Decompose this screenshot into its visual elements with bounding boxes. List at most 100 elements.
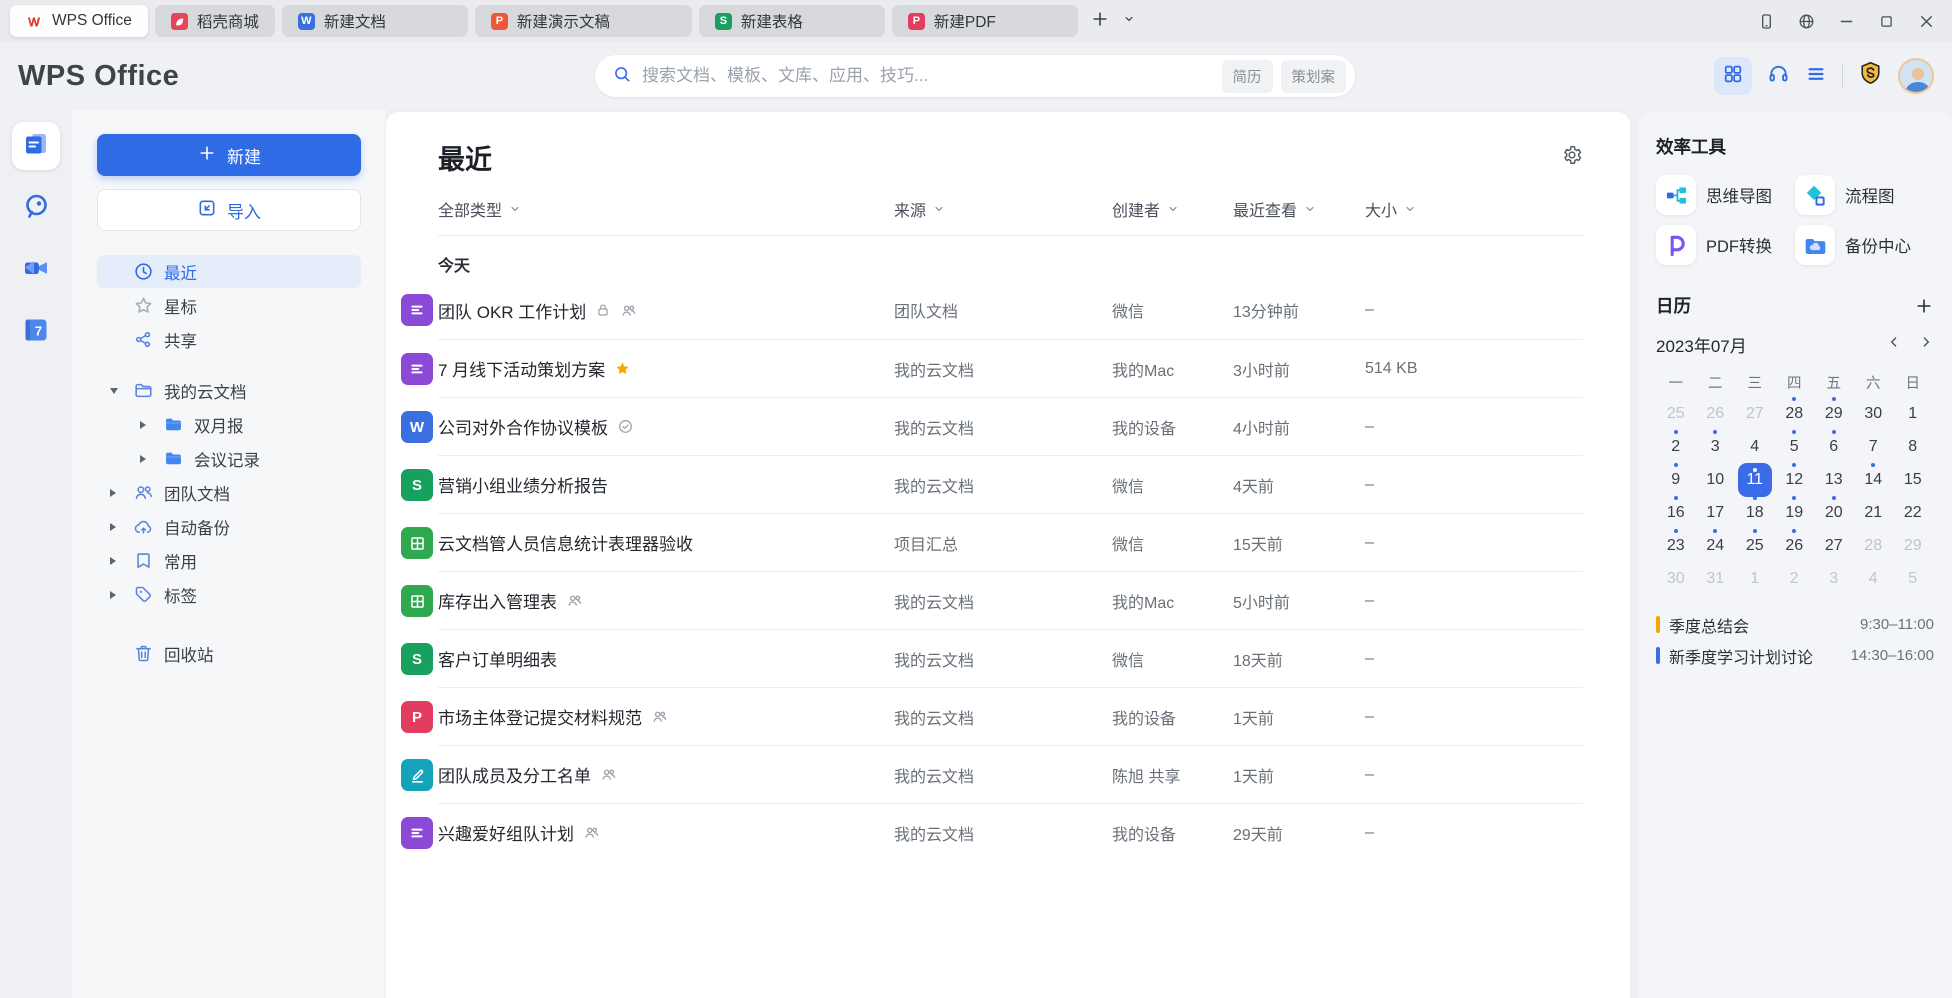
calendar-day[interactable]: 27 <box>1735 397 1775 430</box>
calendar-day[interactable]: 20 <box>1814 496 1854 529</box>
calendar-day[interactable]: 28 <box>1775 397 1815 430</box>
filter-大小[interactable]: 大小 <box>1365 197 1571 221</box>
calendar-day[interactable]: 9 <box>1656 463 1696 496</box>
event-季度总结会[interactable]: 季度总结会9:30–11:00 <box>1656 609 1934 640</box>
task-list-button[interactable] <box>1805 63 1827 90</box>
globe-icon[interactable] <box>1794 9 1818 33</box>
sidebar-item-团队文档[interactable]: 团队文档 <box>97 476 361 509</box>
member-badge-icon[interactable] <box>1858 61 1883 91</box>
calendar-day[interactable]: 31 <box>1696 562 1736 595</box>
search-tag-plan[interactable]: 策划案 <box>1281 60 1347 93</box>
maximize-button[interactable] <box>1874 9 1898 33</box>
import-button[interactable]: 导入 <box>97 189 361 231</box>
tab-新建演示文稿[interactable]: P新建演示文稿 <box>475 5 692 37</box>
settings-gear-icon[interactable] <box>1561 144 1583 171</box>
calendar-day[interactable]: 10 <box>1696 463 1736 496</box>
expand-arrow-icon[interactable] <box>110 489 132 497</box>
tool-思维导图[interactable]: 思维导图 <box>1656 175 1795 215</box>
sidebar-item-最近[interactable]: 最近 <box>97 255 361 288</box>
expand-arrow-icon[interactable] <box>110 523 132 531</box>
expand-arrow-icon[interactable] <box>140 421 162 429</box>
file-row[interactable]: 团队 OKR 工作计划团队文档微信13分钟前– <box>438 281 1583 339</box>
new-document-button[interactable]: 新建 <box>97 134 361 176</box>
new-tab-button[interactable] <box>1090 9 1110 34</box>
file-row[interactable]: S营销小组业绩分析报告我的云文档微信4天前– <box>438 455 1583 513</box>
rail-item-documents[interactable] <box>12 122 60 170</box>
sidebar-item-共享[interactable]: 共享 <box>97 323 361 356</box>
file-row[interactable]: 云文档管人员信息统计表理器验收项目汇总微信15天前– <box>438 513 1583 571</box>
rail-item-messages[interactable] <box>12 184 60 232</box>
calendar-day[interactable]: 28 <box>1854 529 1894 562</box>
filter-来源[interactable]: 来源 <box>894 197 1112 221</box>
event-新季度学习计划讨论[interactable]: 新季度学习计划讨论14:30–16:00 <box>1656 640 1934 671</box>
calendar-day-selected[interactable]: 11 <box>1735 463 1775 496</box>
sidebar-item-会议记录[interactable]: 会议记录 <box>97 442 361 475</box>
calendar-day[interactable]: 2 <box>1775 562 1815 595</box>
file-row[interactable]: 兴趣爱好组队计划我的云文档我的设备29天前– <box>438 803 1583 861</box>
filter-全部类型[interactable]: 全部类型 <box>438 197 894 221</box>
file-row[interactable]: P市场主体登记提交材料规范我的云文档我的设备1天前– <box>438 687 1583 745</box>
search-input[interactable] <box>642 66 1214 86</box>
close-button[interactable] <box>1914 9 1938 33</box>
expand-arrow-icon[interactable] <box>110 388 132 394</box>
sidebar-item-星标[interactable]: 星标 <box>97 289 361 322</box>
calendar-day[interactable]: 2 <box>1656 430 1696 463</box>
tool-流程图[interactable]: 流程图 <box>1795 175 1934 215</box>
calendar-day[interactable]: 24 <box>1696 529 1736 562</box>
calendar-day[interactable]: 18 <box>1735 496 1775 529</box>
sidebar-item-自动备份[interactable]: 自动备份 <box>97 510 361 543</box>
calendar-prev-button[interactable] <box>1886 334 1902 355</box>
calendar-day[interactable]: 1 <box>1735 562 1775 595</box>
rail-item-calendar-app[interactable]: 7 <box>12 308 60 356</box>
sidebar-item-常用[interactable]: 常用 <box>97 544 361 577</box>
calendar-day[interactable]: 29 <box>1814 397 1854 430</box>
calendar-day[interactable]: 4 <box>1735 430 1775 463</box>
calendar-day[interactable]: 30 <box>1656 562 1696 595</box>
tab-新建表格[interactable]: S新建表格 <box>699 5 885 37</box>
add-event-button[interactable] <box>1914 296 1934 316</box>
minimize-button[interactable] <box>1834 9 1858 33</box>
mobile-device-icon[interactable] <box>1754 9 1778 33</box>
calendar-day[interactable]: 15 <box>1893 463 1933 496</box>
file-row[interactable]: W公司对外合作协议模板我的云文档我的设备4小时前– <box>438 397 1583 455</box>
apps-grid-button[interactable] <box>1714 57 1752 95</box>
filter-创建者[interactable]: 创建者 <box>1112 197 1233 221</box>
sidebar-item-回收站[interactable]: 回收站 <box>97 637 361 670</box>
calendar-day[interactable]: 1 <box>1893 397 1933 430</box>
expand-arrow-icon[interactable] <box>140 455 162 463</box>
calendar-day[interactable]: 13 <box>1814 463 1854 496</box>
file-row[interactable]: S客户订单明细表我的云文档微信18天前– <box>438 629 1583 687</box>
tool-备份中心[interactable]: 备份中心 <box>1795 225 1934 265</box>
calendar-day[interactable]: 5 <box>1893 562 1933 595</box>
calendar-day[interactable]: 21 <box>1854 496 1894 529</box>
calendar-day[interactable]: 3 <box>1814 562 1854 595</box>
calendar-day[interactable]: 25 <box>1656 397 1696 430</box>
calendar-day[interactable]: 5 <box>1775 430 1815 463</box>
calendar-day[interactable]: 29 <box>1893 529 1933 562</box>
calendar-day[interactable]: 12 <box>1775 463 1815 496</box>
file-row[interactable]: 7 月线下活动策划方案我的云文档我的Mac3小时前514 KB <box>438 339 1583 397</box>
calendar-day[interactable]: 17 <box>1696 496 1736 529</box>
search-tag-resume[interactable]: 简历 <box>1222 60 1273 93</box>
expand-arrow-icon[interactable] <box>110 591 132 599</box>
tool-PDF转换[interactable]: PDF转换 <box>1656 225 1795 265</box>
calendar-day[interactable]: 4 <box>1854 562 1894 595</box>
calendar-day[interactable]: 14 <box>1854 463 1894 496</box>
rail-item-meetings[interactable] <box>12 246 60 294</box>
sidebar-item-我的云文档[interactable]: 我的云文档 <box>97 374 361 407</box>
calendar-day[interactable]: 19 <box>1775 496 1815 529</box>
calendar-day[interactable]: 30 <box>1854 397 1894 430</box>
file-row[interactable]: 团队成员及分工名单我的云文档陈旭 共享1天前– <box>438 745 1583 803</box>
tab-WPS Office[interactable]: WPS Office <box>10 5 148 37</box>
calendar-day[interactable]: 27 <box>1814 529 1854 562</box>
expand-arrow-icon[interactable] <box>110 557 132 565</box>
user-avatar[interactable] <box>1898 58 1934 94</box>
calendar-next-button[interactable] <box>1918 334 1934 355</box>
sidebar-item-标签[interactable]: 标签 <box>97 578 361 611</box>
calendar-day[interactable]: 25 <box>1735 529 1775 562</box>
calendar-day[interactable]: 23 <box>1656 529 1696 562</box>
tab-新建文档[interactable]: W新建文档 <box>282 5 468 37</box>
calendar-day[interactable]: 26 <box>1775 529 1815 562</box>
file-row[interactable]: 库存出入管理表我的云文档我的Mac5小时前– <box>438 571 1583 629</box>
calendar-day[interactable]: 8 <box>1893 430 1933 463</box>
